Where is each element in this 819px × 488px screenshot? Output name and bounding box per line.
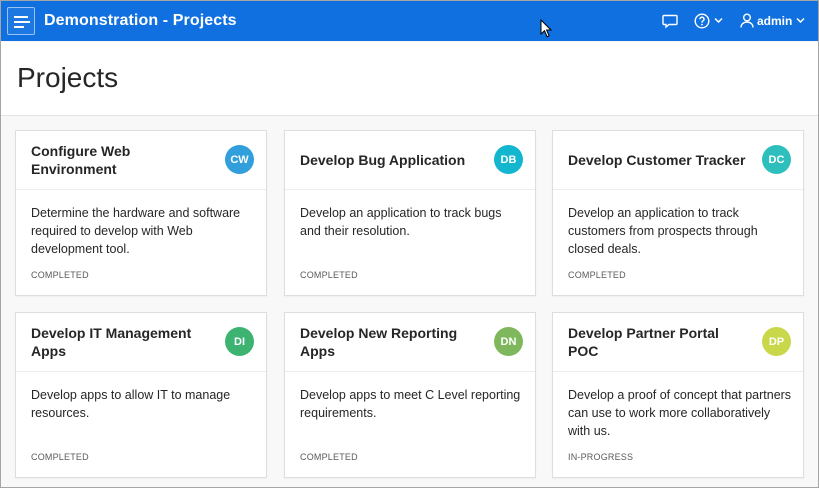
chevron-down-icon[interactable]	[796, 17, 805, 24]
card-status: COMPLETED	[31, 270, 89, 280]
card-description: Develop a proof of concept that partners…	[568, 388, 792, 438]
top-navigation-bar: Demonstration - Projects admin	[1, 1, 818, 41]
page-title: Projects	[17, 62, 119, 93]
card-description: Develop apps to meet C Level reporting r…	[300, 388, 521, 420]
card-initials-badge: DN	[494, 327, 523, 356]
card-initials-badge: CW	[225, 145, 254, 174]
card-status: COMPLETED	[300, 270, 358, 280]
mouse-cursor-icon	[540, 19, 552, 38]
card-initials-badge: DC	[762, 145, 791, 174]
card-description: Determine the hardware and software requ…	[31, 206, 241, 256]
user-menu-name[interactable]: admin	[757, 14, 792, 28]
card-header: Configure Web Environment CW	[16, 131, 266, 190]
card-header: Develop New Reporting Apps DN	[285, 313, 535, 372]
card-status: COMPLETED	[31, 452, 89, 462]
navigation-menu-button[interactable]	[7, 7, 35, 35]
user-icon[interactable]	[740, 13, 754, 28]
project-card[interactable]: Develop IT Management Apps DI Develop ap…	[15, 312, 267, 478]
card-title[interactable]: Develop Customer Tracker	[568, 131, 753, 189]
card-initials-badge: DP	[762, 327, 791, 356]
project-card[interactable]: Configure Web Environment CW Determine t…	[15, 130, 267, 296]
card-title[interactable]: Develop New Reporting Apps	[300, 313, 485, 371]
card-status: COMPLETED	[568, 270, 626, 280]
card-status: IN-PROGRESS	[568, 452, 634, 462]
chevron-down-icon[interactable]	[714, 17, 723, 24]
project-card[interactable]: Develop Partner Portal POC DP Develop a …	[552, 312, 804, 478]
card-title[interactable]: Configure Web Environment	[31, 131, 216, 189]
hamburger-menu-icon	[14, 16, 30, 28]
app-title[interactable]: Demonstration - Projects	[44, 12, 237, 30]
card-description: Develop an application to track bugs and…	[300, 206, 502, 238]
card-title[interactable]: Develop Partner Portal POC	[568, 313, 753, 371]
card-header: Develop Partner Portal POC DP	[553, 313, 803, 372]
chat-bubble-icon[interactable]	[662, 13, 678, 29]
card-description: Develop apps to allow IT to manage resou…	[31, 388, 231, 420]
card-title[interactable]: Develop Bug Application	[300, 131, 485, 189]
card-initials-badge: DB	[494, 145, 523, 174]
page-header: Projects	[1, 42, 818, 116]
card-header: Develop Customer Tracker DC	[553, 131, 803, 190]
card-description: Develop an application to track customer…	[568, 206, 758, 256]
project-card[interactable]: Develop New Reporting Apps DN Develop ap…	[284, 312, 536, 478]
project-card[interactable]: Develop Customer Tracker DC Develop an a…	[552, 130, 804, 296]
help-circle-icon[interactable]	[694, 13, 710, 29]
card-title[interactable]: Develop IT Management Apps	[31, 313, 216, 371]
project-card[interactable]: Develop Bug Application DB Develop an ap…	[284, 130, 536, 296]
card-initials-badge: DI	[225, 327, 254, 356]
card-status: COMPLETED	[300, 452, 358, 462]
card-header: Develop Bug Application DB	[285, 131, 535, 190]
card-header: Develop IT Management Apps DI	[16, 313, 266, 372]
